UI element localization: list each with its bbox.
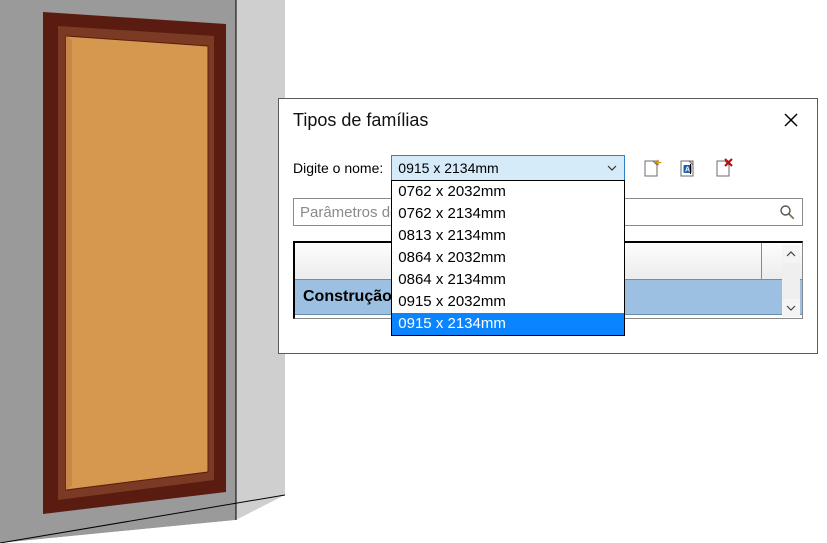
dialog-body: Digite o nome: 0915 x 2134mm 0762 x 2032… (279, 141, 817, 353)
combo-dropdown-list[interactable]: 0762 x 2032mm0762 x 2134mm0813 x 2134mm0… (391, 180, 625, 336)
scroll-down-button[interactable] (782, 299, 800, 317)
chevron-down-icon (604, 160, 620, 176)
combo-option[interactable]: 0915 x 2032mm (392, 291, 624, 313)
combo-field[interactable]: 0915 x 2134mm (391, 155, 625, 181)
scroll-track[interactable] (782, 263, 800, 299)
type-toolbar: A (639, 155, 737, 181)
family-types-dialog: Tipos de famílias Digite o nome: 0915 x … (278, 98, 818, 354)
combo-option[interactable]: 0915 x 2134mm (392, 313, 624, 335)
combo-option[interactable]: 0762 x 2134mm (392, 203, 624, 225)
scroll-up-button[interactable] (782, 245, 800, 263)
name-label: Digite o nome: (293, 160, 383, 176)
titlebar: Tipos de famílias (279, 99, 817, 141)
svg-text:A: A (685, 167, 690, 174)
model-viewport[interactable] (0, 0, 285, 543)
delete-type-button[interactable] (711, 155, 737, 181)
combo-option[interactable]: 0864 x 2032mm (392, 247, 624, 269)
chevron-down-icon (786, 305, 796, 311)
new-type-button[interactable] (639, 155, 665, 181)
combo-option[interactable]: 0762 x 2032mm (392, 181, 624, 203)
chevron-up-icon (786, 251, 796, 257)
combo-option[interactable]: 0864 x 2134mm (392, 269, 624, 291)
rename-page-icon: A (677, 157, 699, 179)
name-row: Digite o nome: 0915 x 2134mm 0762 x 2032… (293, 153, 803, 183)
combo-option[interactable]: 0813 x 2134mm (392, 225, 624, 247)
grid-vertical-scrollbar[interactable] (782, 245, 800, 317)
new-page-sparkle-icon (641, 157, 663, 179)
rename-type-button[interactable]: A (675, 155, 701, 181)
close-button[interactable] (777, 106, 805, 134)
close-icon (783, 112, 799, 128)
dialog-title: Tipos de famílias (293, 110, 428, 131)
type-name-combo[interactable]: 0915 x 2134mm 0762 x 2032mm0762 x 2134mm… (391, 155, 625, 181)
combo-value: 0915 x 2134mm (398, 160, 498, 176)
delete-page-icon (713, 157, 735, 179)
search-icon (778, 203, 796, 221)
door-scene (0, 0, 285, 543)
